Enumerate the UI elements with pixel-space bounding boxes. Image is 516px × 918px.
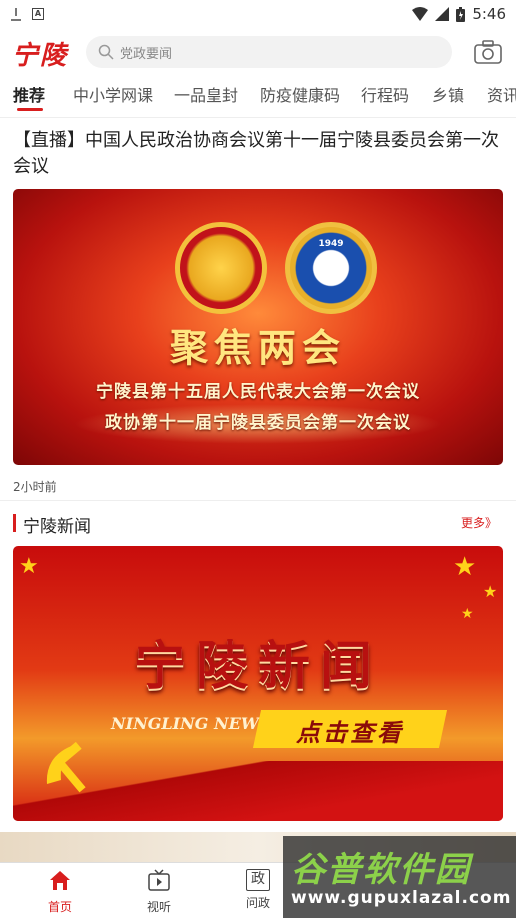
watermark: 谷普软件园 www.gupuxlazal.com xyxy=(283,836,516,918)
zheng-icon: 政 xyxy=(246,869,270,891)
star-icon: ★ xyxy=(453,552,477,582)
nav-media-label: 视听 xyxy=(146,900,171,914)
cta-text: 点击查看 xyxy=(296,719,404,747)
nav-home-label: 首页 xyxy=(47,900,72,914)
nav-inquiry-label: 问政 xyxy=(245,896,270,910)
article-banner[interactable]: 1949 聚焦两会 宁陵县第十五届人民代表大会第一次会议 政协第十一届宁陵县委员… xyxy=(13,189,503,465)
app-logo: 宁陵 xyxy=(12,41,69,71)
app-header: 宁陵 党政要闻 xyxy=(0,30,516,76)
hammer-sickle-icon xyxy=(46,741,86,793)
emblem-year: 1949 xyxy=(318,239,344,249)
tab-travel-code[interactable]: 行程码 xyxy=(361,82,409,106)
banner-line-1: 宁陵县第十五届人民代表大会第一次会议 xyxy=(96,382,420,402)
battery-icon xyxy=(456,6,466,22)
divider xyxy=(0,500,516,501)
camera-icon[interactable] xyxy=(474,40,502,64)
wifi-icon xyxy=(412,7,429,21)
article-time: 2小时前 xyxy=(13,480,57,494)
banner-title: 聚焦两会 xyxy=(169,326,346,370)
tab-online-class[interactable]: 中小学网课 xyxy=(73,82,153,106)
news-banner[interactable]: ★ ★ ★ ★ 宁陵新闻 NINGLING NEWS 点击查看 xyxy=(13,546,503,821)
news-banner-english: NINGLING NEWS xyxy=(111,714,271,733)
nav-home[interactable]: 首页 xyxy=(30,869,90,915)
section-title: 宁陵新闻 xyxy=(23,517,91,537)
tv-icon xyxy=(148,869,170,891)
active-tab-indicator xyxy=(17,108,43,111)
search-input[interactable]: 党政要闻 xyxy=(86,36,452,68)
watermark-url: www.gupuxlazal.com xyxy=(291,888,512,908)
news-banner-title: 宁陵新闻 xyxy=(133,637,382,697)
star-icon: ★ xyxy=(19,554,39,579)
tab-recommend[interactable]: 推荐 xyxy=(13,82,45,106)
status-bar: A 5:46 xyxy=(0,0,516,28)
signal-icon xyxy=(435,7,450,21)
download-icon xyxy=(10,7,22,21)
section-accent-bar xyxy=(13,514,16,532)
tab-yipin-huangfeng[interactable]: 一品皇封 xyxy=(174,82,238,106)
tab-news[interactable]: 资讯 xyxy=(487,82,516,106)
search-icon xyxy=(98,44,114,60)
search-placeholder: 党政要闻 xyxy=(120,46,173,62)
more-link[interactable]: 更多》 xyxy=(461,514,497,531)
national-emblem-icon xyxy=(175,222,267,314)
tab-townships[interactable]: 乡镇 xyxy=(432,82,464,106)
a-notification-icon: A xyxy=(32,8,44,20)
home-icon xyxy=(50,871,70,890)
cppcc-emblem-icon: 1949 xyxy=(285,222,377,314)
tab-health-code[interactable]: 防疫健康码 xyxy=(260,82,340,106)
star-icon: ★ xyxy=(483,582,498,601)
clock: 5:46 xyxy=(472,5,506,23)
star-icon: ★ xyxy=(461,606,474,622)
nav-inquiry[interactable]: 政 问政 xyxy=(228,869,288,911)
banner-line-2: 政协第十一届宁陵县委员会第一次会议 xyxy=(105,413,411,433)
article-title[interactable]: 【直播】中国人民政治协商会议第十一届宁陵县委员会第一次会议 xyxy=(13,128,503,180)
category-tabs: 推荐 中小学网课 一品皇封 防疫健康码 行程码 乡镇 资讯 xyxy=(0,78,516,118)
watermark-title: 谷普软件园 xyxy=(291,850,471,890)
nav-media[interactable]: 视听 xyxy=(129,869,189,915)
